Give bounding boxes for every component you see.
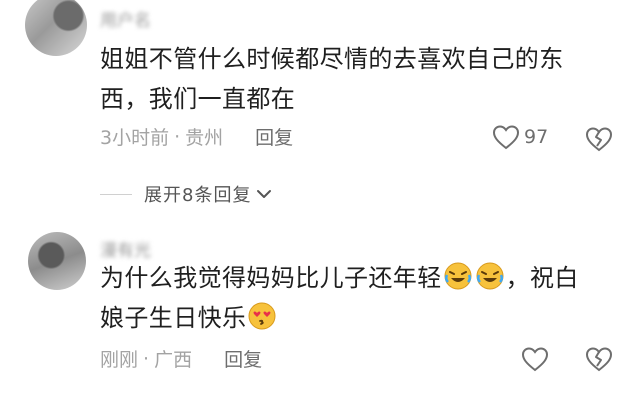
reply-button[interactable]: 回复 [255,123,293,150]
avatar[interactable] [28,232,86,290]
expand-replies-label: 展开8条回复 [144,185,252,206]
broken-heart-icon[interactable] [585,126,613,152]
rolling-laughing-emoji [444,262,472,290]
comment-text-segment: 为什么我觉得妈妈比儿子还年轻 [100,264,442,292]
avatar[interactable] [25,0,87,56]
chevron-down-icon [257,190,272,198]
comment-text-segment: ，祝白 [505,264,579,292]
heart-eyes-kiss-emoji [248,302,276,330]
reply-button[interactable]: 回复 [224,345,262,372]
comment-username[interactable]: 用户名 [100,6,151,31]
comment-location: 贵州 [185,127,224,149]
comment-text-segment: 娘子生日快乐 [100,304,247,332]
comment-location: 广西 [154,349,193,371]
broken-heart-icon[interactable] [585,346,613,372]
comment-text: 为什么我觉得妈妈比儿子还年轻 ，祝白 娘子生日快乐 [100,258,620,338]
comment-meta: 刚刚 · 广西 回复 [100,345,262,372]
comment-text-line: 为什么我觉得妈妈比儿子还年轻 ，祝白 [100,258,620,298]
comment-text-line: 西，我们一直都在 [100,85,296,113]
divider [100,193,132,195]
like-button[interactable]: 97 [492,124,548,150]
heart-outline-icon [492,125,520,150]
comment-item: 用户名 姐姐不管什么时候都尽情的去喜欢自己的东 西，我们一直都在 3小时前 · … [0,0,640,180]
expand-replies-button[interactable]: 展开8条回复 [100,181,273,207]
comment-text-line: 姐姐不管什么时候都尽情的去喜欢自己的东 [100,45,564,73]
meta-separator: · [174,125,181,148]
comment-text: 姐姐不管什么时候都尽情的去喜欢自己的东 西，我们一直都在 [100,39,600,119]
comment-time: 刚刚 [100,349,139,371]
meta-separator: · [143,347,150,370]
rolling-laughing-emoji [476,262,504,290]
comment-text-line: 娘子生日快乐 [100,298,620,338]
like-count: 97 [524,126,549,148]
heart-outline-icon [521,347,549,372]
like-button[interactable] [521,346,549,372]
comment-time: 3小时前 [100,127,170,149]
comment-meta: 3小时前 · 贵州 回复 [100,123,293,150]
